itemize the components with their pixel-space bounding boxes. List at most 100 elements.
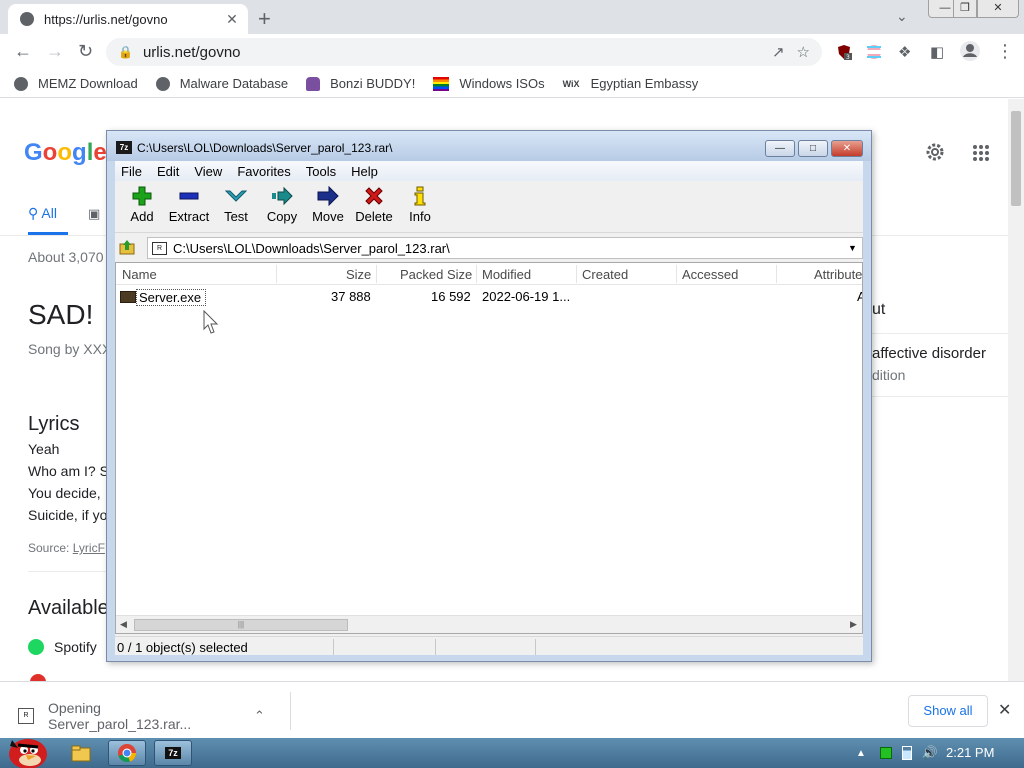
menu-tools[interactable]: Tools — [306, 164, 336, 179]
bookmark-egyptian-embassy[interactable]: WiX Egyptian Embassy — [563, 76, 699, 91]
column-name[interactable]: Name — [122, 267, 157, 282]
taskbar-clock[interactable]: 2:21 PM — [946, 745, 994, 760]
side-panel-icon[interactable]: ◧ — [930, 43, 944, 61]
page-scrollbar-thumb[interactable] — [1011, 111, 1021, 206]
extensions-puzzle-icon[interactable]: ❖ — [898, 43, 911, 61]
column-separator[interactable] — [276, 265, 277, 283]
taskbar-7zip[interactable]: 7z — [154, 740, 192, 766]
copy-button[interactable]: Copy — [259, 185, 305, 224]
column-separator[interactable] — [576, 265, 577, 283]
taskbar-chrome[interactable] — [108, 740, 146, 766]
bookmark-memz[interactable]: MEMZ Download — [14, 76, 138, 91]
add-button[interactable]: Add — [119, 185, 165, 224]
dropdown-arrow-icon[interactable]: ▼ — [848, 243, 862, 253]
chevron-up-icon[interactable]: ⌃ — [254, 708, 265, 724]
folder-up-icon[interactable] — [119, 239, 135, 255]
battery-icon[interactable] — [901, 746, 912, 760]
show-hidden-icons-icon[interactable]: ▲ — [856, 748, 866, 759]
reload-icon[interactable]: ↻ — [78, 41, 93, 62]
download-item[interactable]: R Opening Server_parol_123.rar... ⌃ — [18, 700, 265, 732]
menu-view[interactable]: View — [194, 164, 222, 179]
show-all-button[interactable]: Show all — [908, 695, 988, 727]
menu-favorites[interactable]: Favorites — [237, 164, 290, 179]
ublock-extension-icon[interactable]: 3 — [836, 44, 852, 60]
google-apps-icon[interactable] — [972, 144, 990, 162]
hscroll-thumb[interactable]: ||| — [134, 619, 348, 631]
menu-help[interactable]: Help — [351, 164, 378, 179]
sevenzip-path-combobox[interactable]: R C:\Users\LOL\Downloads\Server_parol_12… — [147, 237, 863, 259]
file-attributes: A — [857, 289, 862, 304]
knowledge-panel-link[interactable]: affective disorder — [872, 345, 986, 362]
scroll-right-icon[interactable]: ▶ — [850, 619, 857, 630]
file-row[interactable]: Server.exe 37 888 16 592 2022-06-19 1...… — [116, 287, 862, 307]
bookmarks-bar: MEMZ Download Malware Database Bonzi BUD… — [0, 70, 1024, 98]
folder-icon — [71, 745, 91, 762]
column-separator[interactable] — [376, 265, 377, 283]
taskbar-explorer[interactable] — [62, 740, 100, 766]
info-button[interactable]: Info — [397, 185, 443, 224]
column-separator[interactable] — [776, 265, 777, 283]
column-created[interactable]: Created — [582, 267, 628, 282]
tab-strip: https://urlis.net/govno ✕ + ⌄ — ❐ ✕ — [0, 0, 1024, 34]
window-restore-button[interactable]: ❐ — [953, 0, 977, 18]
browser-toolbar: ← → ↻ 🔒 urlis.net/govno ↗ ☆ 3 ❖ ◧ ⋮ — [0, 34, 1024, 70]
browser-tab[interactable]: https://urlis.net/govno ✕ — [8, 4, 248, 34]
youtube-music-icon — [30, 674, 46, 681]
page-scrollbar[interactable] — [1008, 99, 1024, 681]
column-separator[interactable] — [676, 265, 677, 283]
sevenzip-minimize-button[interactable]: — — [765, 140, 795, 157]
column-size[interactable]: Size — [346, 267, 371, 282]
column-separator[interactable] — [476, 265, 477, 283]
start-button-angry-bird-icon[interactable] — [4, 730, 48, 768]
move-button[interactable]: Move — [305, 185, 351, 224]
chrome-menu-icon[interactable]: ⋮ — [996, 41, 1014, 62]
file-list-header: Name Size Packed Size Modified Created A… — [116, 263, 862, 285]
sevenzip-maximize-button[interactable]: □ — [798, 140, 828, 157]
sevenzip-file-list[interactable]: Name Size Packed Size Modified Created A… — [115, 262, 863, 634]
trans-flag-extension-icon[interactable] — [866, 44, 882, 60]
tab-all[interactable]: ⚲ All — [28, 205, 57, 222]
source-link[interactable]: LyricF — [73, 541, 105, 555]
tab-search-icon[interactable]: ⌄ — [896, 8, 908, 25]
url-text: urlis.net/govno — [142, 43, 241, 61]
network-icon[interactable] — [879, 747, 892, 759]
bookmark-bonzi-buddy[interactable]: Bonzi BUDDY! — [306, 76, 415, 91]
test-button[interactable]: Test — [213, 185, 259, 224]
sevenzip-taskbar-icon: 7z — [165, 747, 181, 759]
spotify-link[interactable]: Spotify — [28, 639, 97, 655]
profile-avatar-icon[interactable] — [959, 40, 981, 67]
images-tab-icon[interactable]: ▣ — [88, 206, 100, 222]
bookmark-malware-database[interactable]: Malware Database — [155, 76, 288, 91]
bookmark-windows-isos[interactable]: Windows ISOs — [433, 76, 545, 91]
sevenzip-titlebar[interactable]: 7z C:\Users\LOL\Downloads\Server_parol_1… — [107, 131, 871, 161]
volume-icon[interactable]: 🔊 — [922, 745, 938, 761]
forward-icon[interactable]: → — [46, 41, 64, 62]
globe-icon — [14, 76, 28, 91]
sevenzip-client-area: File Edit View Favorites Tools Help Add … — [115, 161, 863, 655]
sevenzip-close-button[interactable]: ✕ — [831, 140, 863, 157]
menu-file[interactable]: File — [121, 164, 142, 179]
scroll-left-icon[interactable]: ◀ — [120, 619, 127, 630]
new-tab-button[interactable]: + — [258, 6, 271, 32]
back-icon[interactable]: ← — [14, 41, 32, 62]
lock-icon: 🔒 — [118, 45, 133, 59]
close-download-shelf-icon[interactable]: ✕ — [998, 700, 1011, 720]
bookmark-star-icon[interactable]: ☆ — [797, 43, 810, 61]
delete-button[interactable]: Delete — [351, 185, 397, 224]
google-doodle-logo[interactable]: Google — [24, 139, 107, 167]
address-bar[interactable]: 🔒 urlis.net/govno ↗ ☆ — [106, 38, 822, 66]
menu-edit[interactable]: Edit — [157, 164, 179, 179]
settings-gear-icon[interactable] — [924, 141, 946, 163]
column-accessed[interactable]: Accessed — [682, 267, 738, 282]
extract-button[interactable]: Extract — [166, 185, 212, 224]
share-icon[interactable]: ↗ — [772, 43, 785, 61]
file-list-hscrollbar[interactable]: ◀ ||| ▶ — [116, 615, 862, 633]
column-packed-size[interactable]: Packed Size — [400, 267, 472, 282]
panel-divider — [872, 396, 1008, 397]
status-divider — [435, 639, 436, 655]
exe-file-icon — [120, 291, 136, 303]
tab-close-icon[interactable]: ✕ — [224, 11, 240, 28]
column-modified[interactable]: Modified — [482, 267, 531, 282]
window-close-button[interactable]: ✕ — [977, 0, 1019, 18]
column-attributes[interactable]: Attribute — [814, 267, 862, 282]
